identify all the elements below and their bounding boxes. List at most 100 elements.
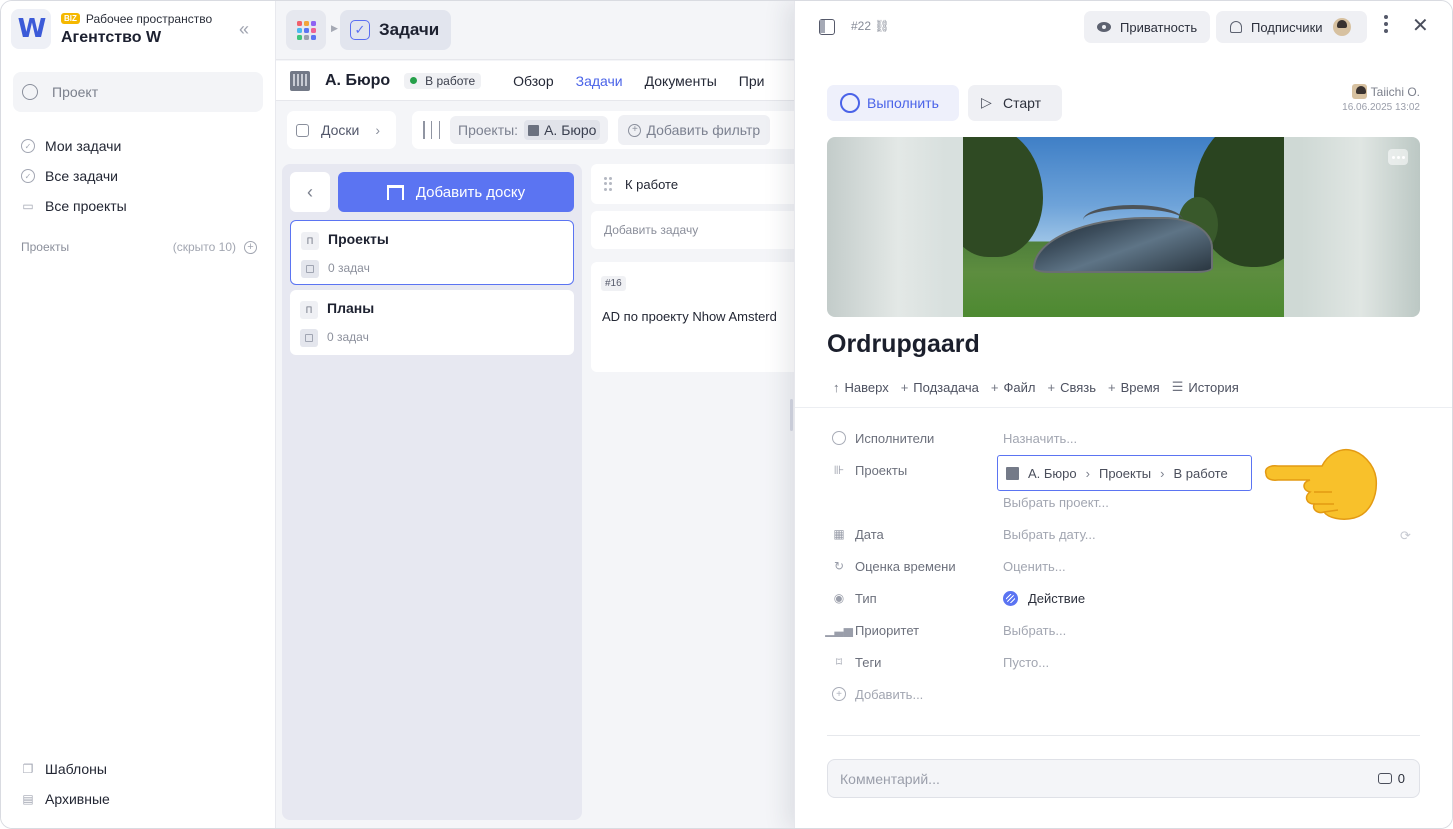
back-button[interactable]: ‹: [290, 172, 330, 212]
filter-chip-value: А. Бюро: [544, 122, 597, 138]
tab-documents[interactable]: Документы: [645, 73, 717, 89]
kanban-column: К работе Добавить задачу #16 AD по проек…: [591, 164, 801, 824]
tags-picker[interactable]: Пусто...: [1003, 655, 1049, 670]
task-title[interactable]: Ordrupgaard: [827, 330, 980, 359]
prop-add[interactable]: + Добавить...: [832, 678, 1422, 710]
user-circle-icon: [832, 431, 846, 445]
plus-icon: +: [900, 379, 909, 395]
cover-more-icon[interactable]: [1388, 149, 1408, 165]
action-label: Время: [1120, 379, 1160, 395]
avatar: [1351, 84, 1367, 99]
subscribers-button[interactable]: Подписчики: [1216, 11, 1367, 43]
comment-bubble-icon: [1377, 773, 1392, 784]
prop-tags: ⌑ Теги Пусто...: [832, 646, 1422, 678]
comment-count: 0: [1397, 771, 1405, 786]
project-header: А. Бюро В работе Обзор Задачи Документы …: [276, 61, 796, 101]
complete-button[interactable]: Выполнить: [827, 85, 959, 121]
type-picker[interactable]: Действие: [1003, 590, 1085, 606]
status-dot-icon: [410, 77, 418, 84]
task-actions: ↑ Наверх + Подзадача + Файл + Связь + Время ☰…: [833, 379, 1251, 395]
action-file[interactable]: + Файл: [991, 379, 1036, 395]
panel-resize-handle[interactable]: [790, 399, 793, 431]
add-task-button[interactable]: Добавить задачу: [591, 211, 801, 249]
nav-all-projects[interactable]: ▭ Все проекты: [21, 191, 126, 221]
close-icon[interactable]: ✕: [1412, 13, 1429, 38]
pointing-hand-icon: [1264, 448, 1378, 520]
action-subtask[interactable]: + Подзадача: [901, 379, 979, 395]
nav-templates[interactable]: ❐ Шаблоны: [21, 754, 110, 784]
add-board-button[interactable]: Добавить доску: [338, 172, 574, 212]
tasks-section-button[interactable]: ✓ Задачи: [340, 10, 452, 50]
estimate-picker[interactable]: Оценить...: [1003, 559, 1066, 574]
path-segment: В работе: [1173, 465, 1228, 481]
repeat-icon[interactable]: ⟳: [1400, 528, 1411, 544]
boards-panel: ‹ Добавить доску П Проекты 0 задач П Пла…: [282, 164, 582, 820]
date-picker[interactable]: Выбрать дату...: [1003, 527, 1096, 542]
action-link[interactable]: + Связь: [1047, 379, 1096, 395]
action-history[interactable]: ☰ История: [1172, 379, 1239, 395]
add-property-label: Добавить...: [855, 686, 924, 702]
action-up[interactable]: ↑ Наверх: [833, 379, 889, 395]
bottom-nav: ❐ Шаблоны ▤ Архивные: [21, 754, 110, 814]
tasks-count-icon: [301, 260, 319, 278]
privacy-button[interactable]: Приватность: [1084, 11, 1210, 43]
workspace-switcher[interactable]: W BIZ Рабочее пространство Агентство W: [11, 9, 212, 49]
status-badge[interactable]: В работе: [404, 72, 482, 89]
prop-label: Тип: [855, 590, 877, 606]
action-time[interactable]: + Время: [1108, 379, 1160, 395]
nav-label: Шаблоны: [45, 761, 107, 777]
task-title: AD по проекту Nhow Amsterd: [602, 309, 777, 324]
cover-image[interactable]: [827, 137, 1420, 317]
comments-counter[interactable]: 0: [1377, 771, 1405, 786]
panel-toggle-icon[interactable]: [819, 19, 835, 35]
board-letter-icon: П: [301, 232, 319, 250]
tab-tasks[interactable]: Задачи: [576, 73, 623, 89]
top-bar: ▶ ✓ Задачи: [276, 1, 796, 60]
collapse-sidebar-icon[interactable]: «: [239, 19, 249, 40]
priority-picker[interactable]: Выбрать...: [1003, 623, 1066, 638]
column-header[interactable]: К работе: [591, 164, 801, 204]
board-card[interactable]: П Проекты 0 задач: [290, 220, 574, 285]
workspace-name: Агентство W: [61, 28, 162, 46]
projects-hidden-count[interactable]: (скрыто 10): [173, 240, 236, 254]
search-input[interactable]: Проект: [13, 72, 263, 112]
prop-label: Исполнители: [855, 430, 935, 446]
more-vertical-icon[interactable]: [1384, 15, 1388, 33]
circle-icon: [840, 93, 860, 113]
detail-top-bar: #22 ⛓ Приватность Подписчики ✕: [795, 1, 1452, 53]
workspace-caption: Рабочее пространство: [85, 11, 213, 26]
board-card[interactable]: П Планы 0 задач: [290, 290, 574, 355]
projects-icon: ⊪: [833, 463, 845, 477]
task-number[interactable]: #22 ⛓: [851, 19, 890, 33]
boards-label: Доски: [321, 122, 360, 138]
boards-button[interactable]: Доски ›: [287, 111, 396, 149]
project-path-selector[interactable]: А. Бюро › Проекты › В работе: [997, 455, 1252, 491]
prop-date: ▦ Дата Выбрать дату...: [832, 518, 1422, 550]
comment-input[interactable]: Комментарий... 0: [827, 759, 1420, 798]
prop-estimate: ↻ Оценка времени Оценить...: [832, 550, 1422, 582]
add-board-label: Добавить доску: [415, 183, 526, 201]
path-segment: А. Бюро: [1028, 465, 1077, 481]
nav-my-tasks[interactable]: ✓ Мои задачи: [21, 131, 127, 161]
building-icon: [528, 124, 540, 136]
tab-overview[interactable]: Обзор: [513, 73, 553, 89]
chevron-right-icon: ›: [1085, 465, 1090, 481]
apps-grid-button[interactable]: [286, 10, 326, 50]
start-button[interactable]: Старт: [968, 85, 1062, 121]
nav-all-tasks[interactable]: ✓ Все задачи: [21, 161, 127, 191]
action-type-icon: [1003, 590, 1018, 606]
tab-more[interactable]: При: [739, 73, 765, 89]
projects-section-header: Проекты (скрыто 10) +: [21, 240, 257, 254]
assignee-picker[interactable]: Назначить...: [1003, 431, 1077, 446]
add-filter-button[interactable]: + Добавить фильтр: [618, 115, 771, 145]
type-icon: ◉: [833, 591, 845, 605]
add-project-icon[interactable]: +: [244, 240, 257, 254]
task-card[interactable]: #16 AD по проекту Nhow Amsterd: [591, 262, 801, 372]
filter-sliders-icon[interactable]: [423, 121, 440, 139]
pick-project-link[interactable]: Выбрать проект...: [1003, 495, 1109, 510]
prop-label: Приоритет: [855, 622, 920, 638]
projects-filter-chip[interactable]: Проекты: А. Бюро: [450, 116, 609, 144]
nav-archive[interactable]: ▤ Архивные: [21, 784, 109, 814]
drag-handle-icon[interactable]: [604, 177, 612, 191]
board-task-count: 0 задач: [327, 330, 369, 344]
